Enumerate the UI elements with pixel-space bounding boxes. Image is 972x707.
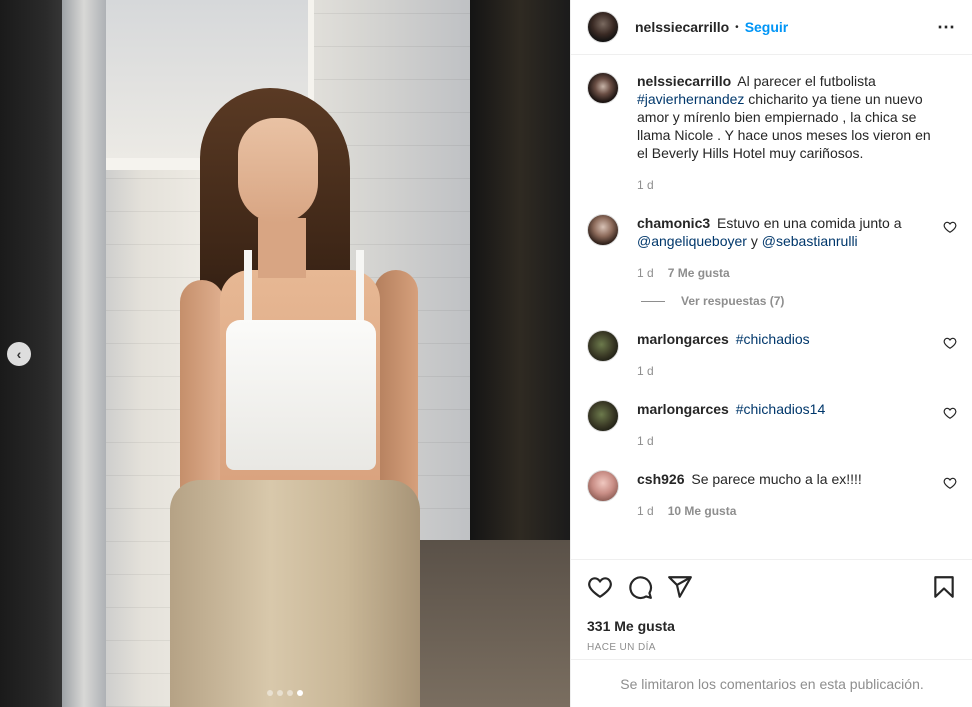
previous-image-button[interactable]: ‹ [7,342,31,366]
caption-avatar[interactable] [587,72,619,104]
hashtag-link[interactable]: #chichadios14 [736,401,826,417]
paper-plane-icon[interactable] [667,574,693,600]
post-timestamp[interactable]: Hace un día [587,642,957,653]
white-post-background [62,0,106,707]
comment-item: marlongarces #chichadios 1 d [587,330,957,378]
carousel-indicator [0,690,570,696]
heart-icon[interactable] [943,220,957,234]
heart-icon[interactable] [587,574,613,600]
post-header: nelssiecarrillo • Seguir ⋯ [571,0,972,55]
commenter-avatar[interactable] [587,214,619,246]
commenter-avatar[interactable] [587,470,619,502]
commenter-avatar[interactable] [587,330,619,362]
woman-figure [160,80,450,707]
comment-username[interactable]: csh926 [637,471,684,487]
comments-list[interactable]: nelssiecarrillo Al parecer el futbolista… [571,56,972,560]
comment-text: marlongarces #chichadios14 [637,400,931,418]
post-actions: 331 Me gusta Hace un día [571,559,972,653]
caption-text: nelssiecarrillo Al parecer el futbolista… [637,73,931,161]
heart-icon[interactable] [943,406,957,420]
comment-text: chamonic3 Estuvo en una comida junto a @… [637,215,902,249]
comment-likes[interactable]: 7 Me gusta [668,266,730,280]
post-image[interactable]: ‹ [0,0,570,707]
separator-dot: • [735,21,739,33]
door-background [470,0,570,560]
bookmark-icon[interactable] [931,574,957,600]
comment-username[interactable]: marlongarces [637,401,729,417]
comment-item: marlongarces #chichadios14 1 d [587,400,957,448]
author-username[interactable]: nelssiecarrillo [635,19,729,35]
comment-likes[interactable]: 10 Me gusta [668,504,737,518]
follow-button[interactable]: Seguir [745,19,789,35]
comment-text: marlongarces #chichadios [637,330,931,348]
heart-icon[interactable] [943,336,957,350]
view-replies-button[interactable]: Ver respuestas (7) [641,294,957,308]
comment-time[interactable]: 1 d [637,266,654,280]
carousel-dot [267,690,273,696]
mention-link[interactable]: @sebastianrulli [762,233,858,249]
post-sidebar: nelssiecarrillo • Seguir ⋯ nelssiecarril… [570,0,972,707]
heart-icon[interactable] [943,476,957,490]
comment-time[interactable]: 1 d [637,364,654,378]
commenter-avatar[interactable] [587,400,619,432]
hashtag-link[interactable]: #chichadios [736,331,810,347]
caption-time[interactable]: 1 d [637,178,654,192]
comment-text: csh926 Se parece mucho a la ex!!!! [637,471,862,487]
comment-icon[interactable] [627,574,653,600]
comment-time[interactable]: 1 d [637,434,654,448]
likes-count[interactable]: 331 Me gusta [587,618,957,634]
comment-username[interactable]: marlongarces [637,331,729,347]
hashtag-link[interactable]: #javierhernandez [637,91,744,107]
comment-item: chamonic3 Estuvo en una comida junto a @… [587,214,957,280]
comment-item: csh926 Se parece mucho a la ex!!!! 1 d 1… [587,470,957,518]
comment-username[interactable]: chamonic3 [637,215,710,231]
carousel-dot-active [297,690,303,696]
caption: nelssiecarrillo Al parecer el futbolista… [587,72,957,192]
caption-username[interactable]: nelssiecarrillo [637,73,731,89]
mention-link[interactable]: @angeliqueboyer [637,233,747,249]
carousel-dot [277,690,283,696]
carousel-dot [287,690,293,696]
comment-time[interactable]: 1 d [637,504,654,518]
comments-limited-notice: Se limitaron los comentarios en esta pub… [571,659,972,707]
author-avatar[interactable] [587,11,619,43]
more-options-icon[interactable]: ⋯ [937,17,956,38]
chevron-left-icon: ‹ [16,346,22,362]
